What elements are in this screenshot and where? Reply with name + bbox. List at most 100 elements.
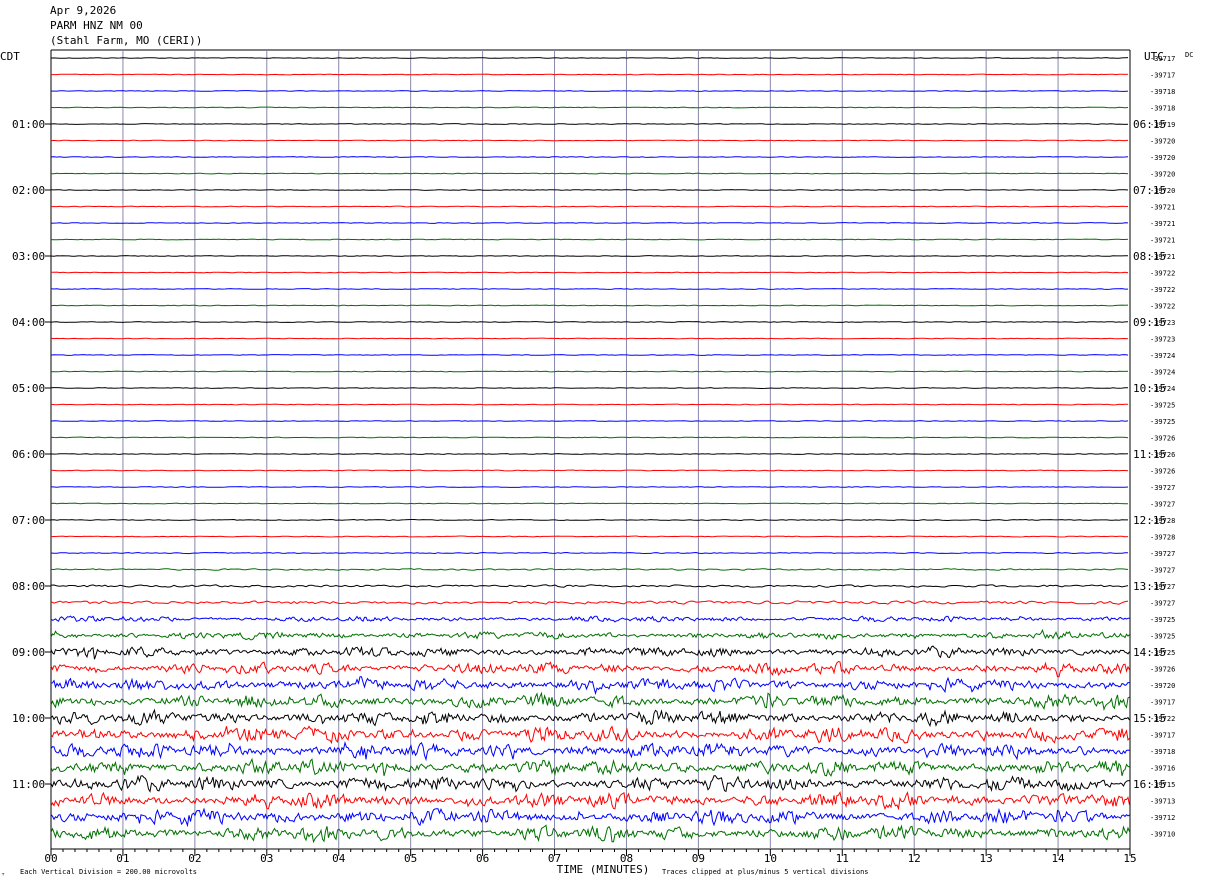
dc-offset-label: -39718	[1150, 88, 1175, 96]
trace-line	[50, 238, 1129, 241]
cdt-hour-label: 01:00	[12, 118, 45, 131]
dc-offset-label: -39720	[1150, 154, 1175, 162]
trace-line	[50, 337, 1129, 340]
trace-line	[50, 436, 1129, 439]
trace-line	[50, 600, 1129, 605]
trace-line	[50, 676, 1130, 696]
dc-offset-label: -39722	[1150, 270, 1175, 278]
trace-line	[51, 205, 1129, 208]
dc-offset-label: -39716	[1150, 765, 1175, 773]
corner-mark: ᵀ	[1, 872, 5, 880]
x-tick-label: 14	[1051, 852, 1065, 865]
trace-line	[50, 271, 1129, 274]
trace-line	[50, 106, 1129, 109]
dc-offset-label: -39727	[1150, 484, 1175, 492]
x-axis-label: TIME (MINUTES)	[557, 863, 650, 876]
trace-line	[50, 807, 1130, 828]
left-axis-label: CDT	[0, 50, 20, 63]
seismic-traces	[50, 57, 1130, 844]
dc-offset-label: -39721	[1150, 237, 1175, 245]
utc-hour-label: 08:15	[1133, 250, 1166, 263]
cdt-hour-label: 10:00	[12, 712, 45, 725]
x-tick-label: 06	[476, 852, 489, 865]
dc-offset-label: -39725	[1150, 633, 1175, 641]
trace-line	[50, 551, 1129, 555]
x-tick-label: 00	[44, 852, 57, 865]
utc-hour-label: 06:15	[1133, 118, 1166, 131]
trace-line	[50, 453, 1129, 455]
cdt-hour-label: 04:00	[12, 316, 45, 329]
cdt-hour-label: 02:00	[12, 184, 45, 197]
cdt-hour-label: 11:00	[12, 778, 45, 791]
trace-line	[50, 420, 1129, 422]
dc-offset-label: -39718	[1150, 105, 1175, 113]
dc-offset-label: -39717	[1150, 699, 1175, 707]
dc-offset-label: -39725	[1150, 616, 1175, 624]
trace-line	[50, 645, 1130, 660]
dc-offset-label: -39726	[1150, 435, 1175, 443]
trace-line	[50, 691, 1130, 712]
dc-offset-label: -39720	[1150, 171, 1175, 179]
trace-line	[50, 172, 1129, 175]
x-tick-label: 10	[764, 852, 777, 865]
trace-line	[50, 57, 1129, 59]
trace-line	[50, 403, 1129, 406]
trace-line	[50, 615, 1130, 623]
dc-offset-label: -39720	[1150, 138, 1175, 146]
x-tick-label: 15	[1123, 852, 1136, 865]
utc-hour-label: 07:15	[1133, 184, 1166, 197]
cdt-hour-label: 05:00	[12, 382, 45, 395]
dc-offset-label: -39721	[1150, 204, 1175, 212]
dc-offset-label: -39721	[1150, 220, 1175, 228]
axes: -39717-39717-39718-39718-39719-39720-397…	[12, 55, 1175, 865]
dc-offset-label: -39712	[1150, 814, 1175, 822]
trace-line	[50, 469, 1129, 472]
cdt-hour-label: 08:00	[12, 580, 45, 593]
utc-hour-label: 15:15	[1133, 712, 1166, 725]
dc-offset-label: -39724	[1150, 352, 1175, 360]
dc-offset-label: -39725	[1150, 418, 1175, 426]
cdt-hour-label: 07:00	[12, 514, 45, 527]
clip-note: Traces clipped at plus/minus 5 vertical …	[662, 868, 869, 876]
dc-offset-label: -39717	[1150, 732, 1175, 740]
dc-offset-label: -39725	[1150, 402, 1175, 410]
trace-line	[50, 189, 1129, 191]
trace-line	[50, 790, 1130, 811]
trace-line	[50, 123, 1129, 125]
x-tick-label: 01	[116, 852, 129, 865]
x-tick-label: 09	[692, 852, 705, 865]
x-tick-label: 04	[332, 852, 346, 865]
trace-line	[50, 824, 1130, 844]
dc-offset-label: -39726	[1150, 666, 1175, 674]
utc-hour-label: 11:15	[1133, 448, 1166, 461]
trace-line	[50, 725, 1130, 745]
x-tick-label: 02	[188, 852, 201, 865]
trace-line	[50, 387, 1129, 390]
trace-line	[50, 740, 1130, 762]
utc-hour-label: 13:15	[1133, 580, 1166, 593]
dc-offset-label: -39727	[1150, 501, 1175, 509]
trace-line	[50, 486, 1129, 488]
trace-line	[50, 660, 1130, 678]
x-tick-label: 13	[980, 852, 993, 865]
x-tick-label: 11	[836, 852, 849, 865]
cdt-hour-label: 09:00	[12, 646, 45, 659]
trace-line	[50, 708, 1130, 728]
dc-offset-label: -39727	[1150, 550, 1175, 558]
trace-line	[50, 288, 1128, 290]
trace-line	[50, 354, 1129, 356]
dc-offset-label: -39713	[1150, 798, 1175, 806]
dc-label: DC	[1185, 51, 1193, 59]
trace-line	[50, 321, 1129, 323]
trace-line	[50, 757, 1130, 777]
dc-offset-label: -39720	[1150, 682, 1175, 690]
cdt-hour-label: 03:00	[12, 250, 45, 263]
dc-offset-label: -39722	[1150, 303, 1175, 311]
trace-line	[50, 584, 1129, 588]
dc-offset-label: -39717	[1150, 72, 1175, 80]
utc-hour-label: 12:15	[1133, 514, 1166, 527]
dc-offset-label: -39726	[1150, 468, 1175, 476]
dc-offset-label: -39727	[1150, 600, 1175, 608]
scale-note: Each Vertical Division = 200.00 microvol…	[20, 868, 197, 876]
dc-offset-label: -39724	[1150, 369, 1175, 377]
